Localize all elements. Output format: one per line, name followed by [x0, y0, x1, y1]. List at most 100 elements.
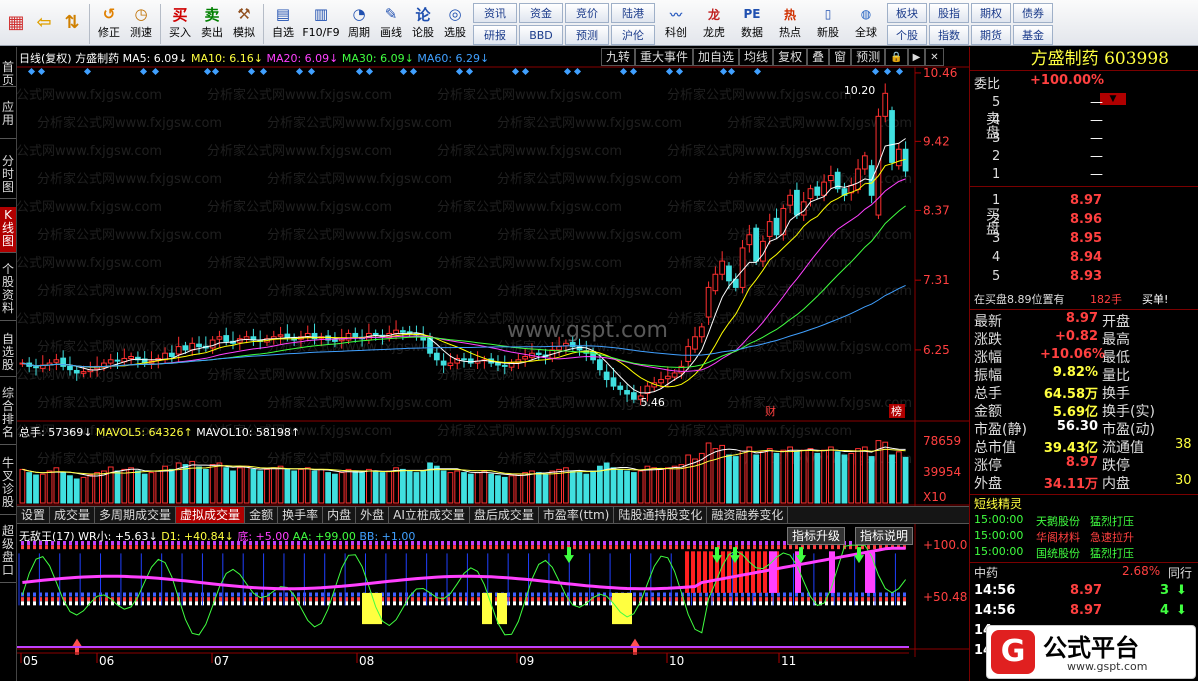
grid-button[interactable]: BBD	[519, 25, 563, 45]
indicator-tab[interactable]: 换手率	[278, 507, 324, 523]
quote-row: 涨停 8.97 跌停	[970, 455, 1198, 474]
nav-item[interactable]: 综合排名	[0, 385, 16, 445]
dragon-button[interactable]: 龙龙虎	[695, 2, 733, 45]
indicator-dot	[105, 601, 108, 606]
simulate-button[interactable]: ⚒ 模拟	[228, 2, 260, 45]
indicator-help-button[interactable]: 指标说明	[855, 527, 914, 545]
watchlist-button[interactable]: ▤ 自选	[267, 2, 299, 45]
volume-bar	[148, 472, 155, 504]
grid-button[interactable]: 资金	[519, 3, 563, 23]
data-button[interactable]: PE 数据	[733, 2, 771, 45]
market-button[interactable]: 期权	[971, 3, 1011, 23]
nav-item[interactable]: 个股资料	[0, 261, 16, 321]
indicator-dot	[285, 545, 288, 550]
nav-item[interactable]: 自选股	[0, 331, 16, 377]
indicator-dot	[507, 541, 510, 545]
stat-value: +0.82	[1055, 329, 1098, 344]
indicator-dot	[465, 545, 468, 550]
discuss-button[interactable]: 论论股	[407, 2, 439, 45]
sell-button[interactable]: 卖卖出	[196, 2, 228, 45]
grid-button[interactable]: 陆港	[611, 3, 655, 23]
pick-button[interactable]: ◎ 选股	[439, 2, 471, 45]
global-button[interactable]: ◍ 全球	[847, 2, 885, 45]
indicator-tab[interactable]: 外盘	[356, 507, 390, 523]
indicator-tab[interactable]: 虚拟成交量	[176, 507, 246, 523]
lock-icon[interactable]: 🔒	[885, 48, 908, 66]
nav-item[interactable]: 首页	[0, 59, 16, 87]
buy-button[interactable]: 买买入	[164, 2, 196, 45]
chart-tool-button[interactable]: 九转	[601, 48, 636, 66]
nav-item[interactable]: 应用	[0, 99, 16, 139]
indicator-upgrade-button[interactable]: 指标升级	[787, 527, 846, 545]
grid-button[interactable]: 资讯	[473, 3, 517, 23]
market-button[interactable]: 基金	[1013, 25, 1053, 45]
chart-tool-button[interactable]: 重大事件	[635, 48, 694, 66]
close-icon[interactable]: ✕	[925, 48, 944, 66]
indicator-dot	[879, 592, 882, 597]
chart-tool-button[interactable]: 加自选	[693, 48, 740, 66]
indicator-tab[interactable]: 金额	[245, 507, 279, 523]
indicator-dot	[225, 601, 228, 606]
indicator-dot	[267, 597, 270, 602]
updown-arrow-button[interactable]: ⇅	[58, 2, 86, 45]
market-button[interactable]: 股指	[929, 3, 969, 23]
f10-button[interactable]: ▥ F10/F9	[299, 2, 343, 45]
nav-item[interactable]: K线图	[0, 207, 16, 253]
indicator-dot	[549, 541, 552, 545]
indicator-dot	[603, 545, 606, 550]
nav-item[interactable]: 超级盘口	[0, 523, 16, 583]
modify-button[interactable]: ↺ 修正	[93, 2, 125, 45]
watermark-text: 分析家公式网www.fxjgsw.com	[667, 255, 852, 271]
indicator-tab[interactable]: 陆股通持股变化	[614, 507, 708, 523]
indicator-tab[interactable]: 内盘	[323, 507, 357, 523]
logo-grid-button[interactable]: ▦	[2, 2, 30, 45]
chart-tool-button[interactable]: 窗	[829, 48, 852, 66]
indicator-tab[interactable]: 多周期成交量	[95, 507, 177, 523]
grid-button[interactable]: 预测	[565, 25, 609, 45]
nav-item[interactable]: 分时图	[0, 153, 16, 199]
grid-button[interactable]: 研报	[473, 25, 517, 45]
indicator-tab[interactable]: 盘后成交量	[470, 507, 539, 523]
indicator-dot	[819, 592, 822, 597]
indicator-tab[interactable]: 成交量	[50, 507, 96, 523]
indicator-dot	[165, 592, 168, 597]
chart-tool-button[interactable]: 叠	[807, 48, 830, 66]
speed-button[interactable]: ◷ 测速	[125, 2, 157, 45]
down-arrow-icon: ⬇	[1176, 583, 1187, 598]
market-button[interactable]: 个股	[887, 25, 927, 45]
nav-item[interactable]: 牛叉诊股	[0, 455, 16, 515]
grid-button[interactable]: 沪伦	[611, 25, 655, 45]
sector-more[interactable]: 同行	[1168, 564, 1192, 581]
chart-tool-button[interactable]: 复权	[773, 48, 808, 66]
market-button[interactable]: 板块	[887, 3, 927, 23]
indicator-tab[interactable]: AI立桩成交量	[389, 507, 470, 523]
grid-button[interactable]: 竞价	[565, 3, 609, 23]
indicator-tab[interactable]: 市盈率(ttm)	[539, 507, 615, 523]
market-button[interactable]: 期货	[971, 25, 1011, 45]
period-button[interactable]: ◔ 周期	[343, 2, 375, 45]
short-spirit-title: 短线精灵	[974, 497, 1023, 511]
draw-button[interactable]: ✎ 画线	[375, 2, 407, 45]
candle-body	[522, 355, 529, 360]
kline-chart[interactable]: 分析家公式网www.fxjgsw.com 分析家公式网www.fxjgsw.com…	[17, 47, 969, 681]
newstock-button[interactable]: ▯ 新股	[809, 2, 847, 45]
indicator-tab[interactable]: 设置	[17, 507, 51, 523]
sell-level: 3	[992, 131, 1001, 146]
indicator-dot	[723, 597, 726, 602]
short-stock[interactable]: 华阁材料	[1036, 529, 1080, 545]
back-arrow-button[interactable]: ⇦	[30, 2, 58, 45]
chart-tool-button[interactable]: 均线	[739, 48, 774, 66]
site-watermark: www.gspt.com	[507, 318, 668, 343]
indicator-dot	[423, 545, 426, 550]
hot-button[interactable]: 热热点	[771, 2, 809, 45]
market-button[interactable]: 指数	[929, 25, 969, 45]
indicator-tab[interactable]: 融资融券变化	[707, 507, 789, 523]
short-stock[interactable]: 天鹅股份	[1036, 513, 1080, 529]
rise-zone-bar	[703, 551, 707, 593]
short-stock[interactable]: 国统股份	[1036, 545, 1080, 561]
chart-tool-button[interactable]: 预测	[851, 48, 886, 66]
market-button[interactable]: 债券	[1013, 3, 1053, 23]
volume-bar	[87, 474, 94, 504]
arrow-right-icon[interactable]: ▶	[907, 48, 926, 66]
kechuang-button[interactable]: 〰科创	[657, 2, 695, 45]
